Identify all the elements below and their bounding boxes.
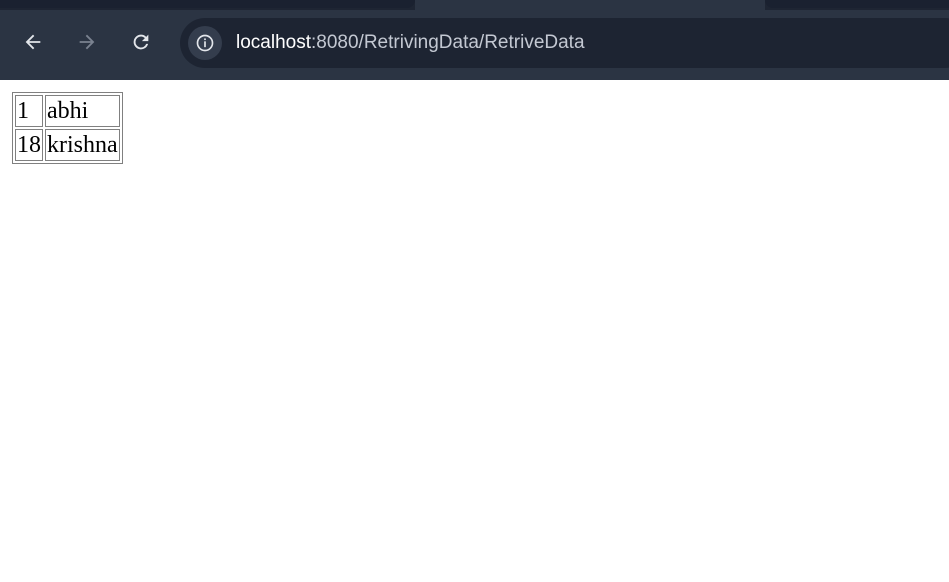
table-cell-name: krishna <box>45 129 120 161</box>
tab-strip <box>0 0 949 10</box>
back-button[interactable] <box>17 26 49 58</box>
url-path: :8080/RetrivingData/RetriveData <box>311 32 585 53</box>
table-row: 18 krishna <box>15 129 120 161</box>
url-host: localhost <box>236 32 311 53</box>
table-cell-id: 18 <box>15 129 43 161</box>
reload-button[interactable] <box>125 26 157 58</box>
forward-button[interactable] <box>71 26 103 58</box>
address-bar[interactable]: localhost:8080/RetrivingData/RetriveData <box>180 18 949 68</box>
tab-active[interactable] <box>415 0 765 10</box>
data-table: 1 abhi 18 krishna <box>12 92 123 164</box>
info-icon <box>196 34 214 52</box>
table-cell-id: 1 <box>15 95 43 127</box>
page-content: 1 abhi 18 krishna <box>0 80 949 164</box>
tab-inactive-right[interactable] <box>765 0 949 8</box>
site-info-button[interactable] <box>188 26 222 60</box>
toolbar: localhost:8080/RetrivingData/RetriveData <box>0 10 949 80</box>
reload-icon <box>133 34 149 50</box>
forward-arrow-icon <box>79 34 95 50</box>
table-row: 1 abhi <box>15 95 120 127</box>
table-cell-name: abhi <box>45 95 120 127</box>
url-text[interactable]: localhost:8080/RetrivingData/RetriveData <box>236 32 585 54</box>
tab-inactive-left[interactable] <box>0 0 415 8</box>
back-arrow-icon <box>25 34 41 50</box>
browser-chrome: localhost:8080/RetrivingData/RetriveData <box>0 0 949 80</box>
